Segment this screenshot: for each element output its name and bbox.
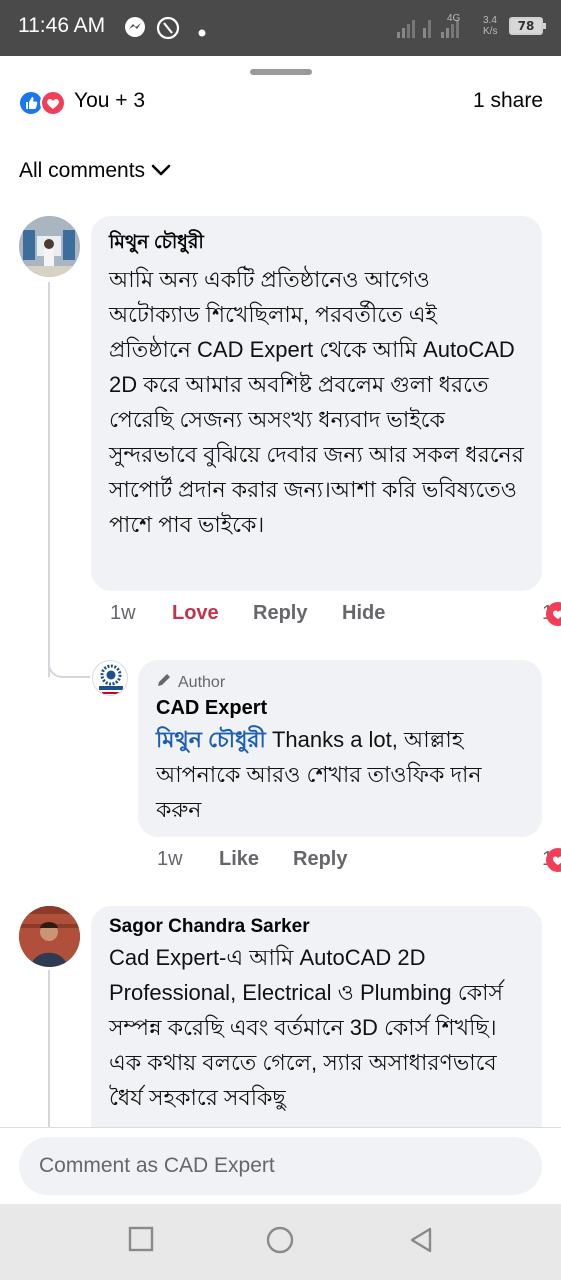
recents-icon[interactable] xyxy=(128,1226,154,1256)
mention-link[interactable]: মিথুন চৌধুরী xyxy=(156,727,266,752)
love-button[interactable]: Love xyxy=(172,602,219,625)
avatar[interactable] xyxy=(19,216,80,277)
reactions-summary[interactable]: You + 3 xyxy=(74,89,145,113)
thread-curve xyxy=(48,658,90,678)
chevron-down-icon xyxy=(151,162,171,181)
network-speed-unit: K/s xyxy=(483,26,498,37)
comment-timestamp: 1w xyxy=(110,602,136,624)
status-circle-icon xyxy=(156,16,180,44)
comment-author[interactable]: Sagor Chandra Sarker xyxy=(109,916,524,938)
comment-author[interactable]: মিথুন চৌধুরী xyxy=(109,228,524,260)
network-speed-value: 3.4 xyxy=(483,15,497,26)
status-bar: 11:46 AM 4G 3.4 K/s 78 xyxy=(0,0,561,56)
comment-text: মিথুন চৌধুরী Thanks a lot, আল্লাহ আপনাকে… xyxy=(156,722,524,827)
thread-line xyxy=(48,970,50,1130)
system-nav-bar xyxy=(0,1204,561,1280)
back-icon[interactable] xyxy=(408,1226,434,1258)
network-speed: 3.4 K/s xyxy=(483,15,497,37)
comments-filter-dropdown[interactable]: All comments xyxy=(19,156,171,186)
reply-button[interactable]: Reply xyxy=(293,848,347,871)
comment-bubble: মিথুন চৌধুরী আমি অন্য একটি প্রতিষ্ঠানেও … xyxy=(91,216,542,591)
author-badge-label: Author xyxy=(178,673,226,691)
battery-icon: 78 xyxy=(509,17,546,35)
divider xyxy=(0,1127,561,1128)
comment-text: Cad Expert-এ আমি AutoCAD 2D Professional… xyxy=(109,945,504,1110)
signal-icon xyxy=(395,14,475,44)
pencil-icon xyxy=(156,672,172,693)
avatar[interactable] xyxy=(19,906,80,967)
avatar[interactable] xyxy=(92,660,128,696)
like-button[interactable]: Like xyxy=(219,848,259,871)
reply-button[interactable]: Reply xyxy=(253,602,307,625)
home-icon[interactable] xyxy=(266,1226,294,1258)
dot-icon xyxy=(198,22,206,41)
comment-timestamp: 1w xyxy=(157,848,183,870)
comment-text: আমি অন্য একটি প্রতিষ্ঠানেও আগেও অটোক্যাড… xyxy=(109,267,524,537)
comment-actions: 1w Love Reply Hide 1 xyxy=(110,602,561,632)
network-label: 4G xyxy=(447,13,461,24)
share-count[interactable]: 1 share xyxy=(473,89,543,113)
comment-actions: 1w Like Reply 1 xyxy=(157,848,561,878)
comments-filter-label: All comments xyxy=(19,159,146,182)
reply-bubble: Author CAD Expert মিথুন চৌধুরী Thanks a … xyxy=(138,660,542,837)
sheet-drag-handle[interactable] xyxy=(250,69,312,75)
hide-button[interactable]: Hide xyxy=(342,602,385,625)
comment-input[interactable]: Comment as CAD Expert xyxy=(19,1137,542,1195)
thread-line xyxy=(48,282,50,677)
status-time: 11:46 AM xyxy=(18,14,106,37)
author-badge: Author xyxy=(156,672,524,693)
reaction-icons[interactable] xyxy=(18,90,68,116)
messenger-icon xyxy=(124,16,146,42)
reactions-row: You + 3 1 share xyxy=(18,88,543,118)
comment-bubble: Sagor Chandra Sarker Cad Expert-এ আমি Au… xyxy=(91,906,542,1146)
love-reaction-icon xyxy=(40,90,66,116)
comment-author[interactable]: CAD Expert xyxy=(156,697,524,720)
